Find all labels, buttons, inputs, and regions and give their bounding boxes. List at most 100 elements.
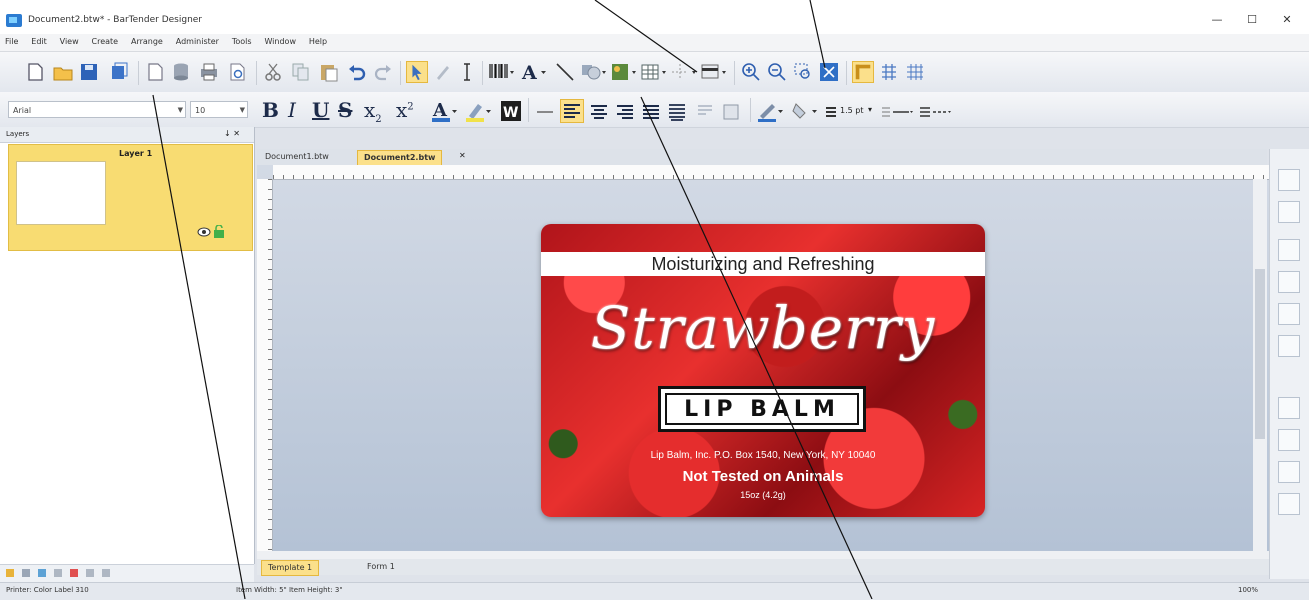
menu-file[interactable]: File — [0, 34, 23, 46]
move-layer-down-icon[interactable] — [102, 569, 110, 577]
magnetic-stripe-icon[interactable] — [700, 61, 728, 83]
scroll-thumb[interactable] — [1255, 269, 1265, 439]
word-object-icon[interactable]: W — [500, 98, 522, 124]
tab-document2[interactable]: Document2.btw — [357, 150, 443, 166]
layer-properties-icon[interactable] — [54, 569, 62, 577]
line-tool-icon[interactable] — [554, 61, 576, 83]
zoom-level[interactable]: 100% — [1238, 586, 1258, 594]
lock-icon[interactable] — [213, 225, 225, 238]
table-object-icon[interactable] — [640, 61, 668, 83]
select-pointer-icon[interactable] — [406, 61, 428, 83]
print-icon[interactable] — [198, 61, 220, 83]
center-horizontal-icon[interactable] — [1278, 461, 1300, 483]
duplicate-layer-icon[interactable] — [38, 569, 46, 577]
font-size-combo[interactable]: 10 ▼ — [190, 101, 248, 118]
layer-options-icon[interactable] — [22, 569, 30, 577]
snap-to-grid-icon[interactable] — [878, 61, 900, 83]
printer-status[interactable]: Printer: Color Label 310 — [6, 586, 89, 594]
database-setup-icon[interactable] — [170, 61, 192, 83]
paragraph-icon[interactable] — [694, 101, 716, 123]
distribute-icon[interactable] — [666, 101, 688, 123]
align-top-edges-icon[interactable] — [1278, 271, 1300, 293]
horizontal-scrollbar[interactable] — [257, 551, 1269, 559]
new-layer-icon[interactable] — [6, 569, 14, 577]
eye-icon[interactable] — [197, 227, 211, 237]
border-icon[interactable] — [720, 101, 742, 123]
align-center-icon[interactable] — [588, 101, 610, 123]
vertical-scrollbar[interactable] — [1253, 179, 1267, 551]
menu-arrange[interactable]: Arrange — [126, 34, 168, 46]
tab-template-1[interactable]: Template 1 — [261, 560, 320, 576]
barcode-icon[interactable] — [488, 61, 516, 83]
subscript-button[interactable]: x2 — [364, 98, 382, 125]
label-address[interactable]: Lip Balm, Inc. P.O. Box 1540, New York, … — [541, 450, 985, 461]
distribute-horizontal-icon[interactable] — [1278, 397, 1300, 419]
menu-administer[interactable]: Administer — [171, 34, 224, 46]
maximize-button[interactable]: ☐ — [1238, 12, 1266, 28]
align-bottom-edges-icon[interactable] — [1278, 335, 1300, 357]
bold-button[interactable]: B — [262, 98, 279, 122]
paste-icon[interactable] — [318, 61, 340, 83]
zoom-in-icon[interactable] — [740, 61, 762, 83]
delete-layer-icon[interactable] — [70, 569, 78, 577]
label-category[interactable]: LIP BALM — [661, 397, 863, 422]
panel-pin-close-icons[interactable]: ↓ ✕ — [224, 129, 240, 138]
new-document-icon[interactable] — [24, 61, 46, 83]
rulers-toggle-icon[interactable] — [852, 61, 874, 83]
zoom-out-icon[interactable] — [766, 61, 788, 83]
dash-style-icon[interactable] — [918, 101, 952, 123]
tab-form-1[interactable]: Form 1 — [361, 560, 401, 574]
distribute-vertical-icon[interactable] — [1278, 429, 1300, 451]
superscript-button[interactable]: x2 — [396, 98, 414, 122]
move-layer-up-icon[interactable] — [86, 569, 94, 577]
grid-toggle-icon[interactable] — [904, 61, 926, 83]
close-tab-icon[interactable]: ✕ — [459, 151, 466, 160]
menu-view[interactable]: View — [55, 34, 84, 46]
label-product-name[interactable]: Strawberry — [541, 294, 985, 362]
minimize-button[interactable]: — — [1203, 12, 1231, 28]
menu-create[interactable]: Create — [87, 34, 124, 46]
strikethrough-button[interactable]: S — [338, 98, 352, 122]
font-color-icon[interactable]: A — [430, 98, 460, 124]
picture-object-icon[interactable] — [610, 61, 638, 83]
highlight-color-icon[interactable] — [464, 98, 494, 124]
layer-item[interactable]: Layer 1 — [8, 144, 253, 251]
save-all-icon[interactable] — [108, 61, 130, 83]
fit-to-window-icon[interactable] — [818, 61, 840, 83]
italic-button[interactable]: I — [288, 98, 296, 122]
align-left-icon[interactable] — [560, 99, 584, 123]
align-right-icon[interactable] — [614, 101, 636, 123]
text-cursor-icon[interactable] — [456, 61, 478, 83]
menu-window[interactable]: Window — [259, 34, 301, 46]
page-setup-icon[interactable] — [144, 61, 166, 83]
align-right-edges-icon[interactable] — [1278, 239, 1300, 261]
save-icon[interactable] — [78, 61, 100, 83]
cut-icon[interactable] — [262, 61, 284, 83]
justify-icon[interactable] — [640, 101, 662, 123]
copy-icon[interactable] — [290, 61, 312, 83]
align-centers-icon[interactable] — [1278, 201, 1300, 223]
align-middles-icon[interactable] — [1278, 303, 1300, 325]
menu-edit[interactable]: Edit — [26, 34, 52, 46]
align-left-edges-icon[interactable] — [1278, 169, 1300, 191]
menu-tools[interactable]: Tools — [227, 34, 257, 46]
undo-icon[interactable] — [346, 61, 368, 83]
zoom-to-selection-icon[interactable] — [792, 61, 814, 83]
grid-lines-icon[interactable] — [670, 61, 698, 83]
line-weight-value[interactable]: 1.5 pt — [840, 106, 863, 115]
horizontal-rule-icon[interactable] — [534, 101, 556, 123]
font-name-combo[interactable]: Arial ▼ — [8, 101, 186, 118]
center-vertical-icon[interactable] — [1278, 493, 1300, 515]
shape-tool-icon[interactable] — [580, 61, 608, 83]
data-entry-tool-icon[interactable] — [432, 61, 454, 83]
chevron-down-icon[interactable]: ▾ — [868, 105, 872, 114]
underline-button[interactable]: U — [312, 98, 329, 122]
label-category-box[interactable]: LIP BALM — [658, 386, 866, 432]
line-style-icon[interactable] — [880, 101, 914, 123]
label-claim[interactable]: Not Tested on Animals — [541, 468, 985, 485]
fill-color-icon[interactable] — [790, 98, 820, 124]
text-object-icon[interactable]: A — [520, 61, 550, 83]
menu-help[interactable]: Help — [304, 34, 332, 46]
redo-icon[interactable] — [372, 61, 394, 83]
tab-document1[interactable]: Document1.btw — [259, 150, 335, 164]
